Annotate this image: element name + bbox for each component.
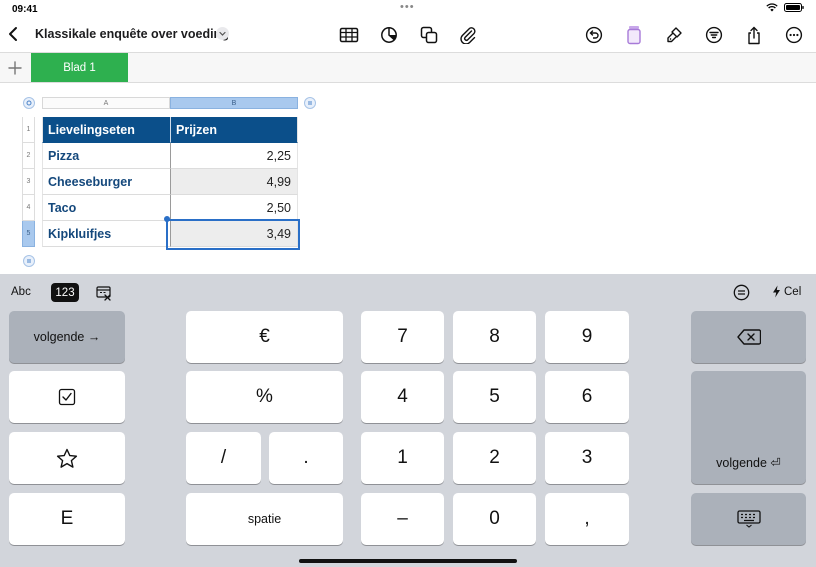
wifi-icon xyxy=(766,3,778,12)
euro-key[interactable]: € xyxy=(186,311,343,363)
digit-7-key[interactable]: 7 xyxy=(361,311,444,363)
table-row: Cheeseburger 4,99 xyxy=(42,169,298,195)
next-key[interactable]: volgende → xyxy=(9,311,125,363)
table-select-handle[interactable] xyxy=(23,97,35,109)
cell-b3[interactable]: 4,99 xyxy=(170,169,298,195)
digit-2-key[interactable]: 2 xyxy=(453,432,536,484)
digit-8-key[interactable]: 8 xyxy=(453,311,536,363)
battery-icon xyxy=(784,3,804,12)
digit-9-key[interactable]: 9 xyxy=(545,311,629,363)
row-number[interactable]: 3 xyxy=(22,169,35,195)
organize-icon[interactable] xyxy=(703,24,725,46)
return-key[interactable]: volgende ⏎ xyxy=(691,371,806,484)
delete-backward-icon xyxy=(736,329,761,345)
table-icon[interactable] xyxy=(338,24,360,46)
hide-keyboard-key[interactable] xyxy=(691,493,806,545)
add-row-handle[interactable] xyxy=(23,255,35,267)
column-header-b[interactable]: B xyxy=(170,97,298,109)
row-number[interactable]: 1 xyxy=(22,117,35,143)
chevron-down-icon[interactable] xyxy=(216,27,229,40)
numeric-keyboard: Abc 123 Cel volgende → E € % / . spatie … xyxy=(0,274,816,567)
cell-b4[interactable]: 2,50 xyxy=(170,195,298,221)
cell-a5[interactable]: Kipkluifjes xyxy=(42,221,170,247)
bolt-icon xyxy=(773,285,780,298)
column-header-a[interactable]: A xyxy=(42,97,170,109)
digit-6-key[interactable]: 6 xyxy=(545,371,629,423)
digit-0-key[interactable]: 0 xyxy=(453,493,536,545)
toolbar: Klassikale enquête over voeding xyxy=(0,18,816,52)
collaborate-icon[interactable] xyxy=(623,24,645,46)
star-icon xyxy=(56,448,78,468)
table-row: Pizza 2,25 xyxy=(42,143,298,169)
table-row: Taco 2,50 xyxy=(42,195,298,221)
star-rating-key[interactable] xyxy=(9,432,125,484)
paperclip-icon[interactable] xyxy=(457,24,479,46)
keyboard-dismiss-icon xyxy=(736,510,761,528)
tab-sheet-1[interactable]: Blad 1 xyxy=(31,53,128,82)
shapes-icon[interactable] xyxy=(418,24,440,46)
document-title[interactable]: Klassikale enquête over voeding xyxy=(35,27,229,41)
selection-handle[interactable] xyxy=(164,216,170,222)
back-icon[interactable] xyxy=(6,25,22,43)
digit-3-key[interactable]: 3 xyxy=(545,432,629,484)
add-sheet-icon[interactable] xyxy=(6,59,24,77)
slash-key[interactable]: / xyxy=(186,432,261,484)
sheet-tab-bar: Blad 1 xyxy=(0,52,816,83)
column-header-bar: A B xyxy=(42,97,298,109)
space-key[interactable]: spatie xyxy=(186,493,343,545)
date-time-icon[interactable] xyxy=(95,284,113,302)
more-icon[interactable] xyxy=(783,24,805,46)
status-time: 09:41 xyxy=(12,4,38,15)
cell-b2[interactable]: 2,25 xyxy=(170,143,298,169)
cell-a1[interactable]: Lievelingseten xyxy=(42,117,170,143)
cell-button[interactable]: Cel xyxy=(772,285,801,298)
undo-icon[interactable] xyxy=(583,24,605,46)
delete-key[interactable] xyxy=(691,311,806,363)
cell-button-label: Cel xyxy=(784,285,802,298)
comma-key[interactable]: , xyxy=(545,493,629,545)
mode-number-button[interactable]: 123 xyxy=(51,283,79,302)
share-icon[interactable] xyxy=(743,24,765,46)
e-key[interactable]: E xyxy=(9,493,125,545)
format-brush-icon[interactable] xyxy=(663,24,685,46)
digit-4-key[interactable]: 4 xyxy=(361,371,444,423)
cell-b1[interactable]: Prijzen xyxy=(170,117,298,143)
status-indicators xyxy=(766,3,804,12)
percent-key[interactable]: % xyxy=(186,371,343,423)
multitasking-dots[interactable]: ••• xyxy=(400,1,415,13)
home-indicator[interactable] xyxy=(299,559,517,563)
digit-5-key[interactable]: 5 xyxy=(453,371,536,423)
checkbox-icon xyxy=(58,388,76,406)
selected-cell-outline xyxy=(166,219,300,250)
row-number-selected[interactable]: 5 xyxy=(22,221,35,247)
checkbox-key[interactable] xyxy=(9,371,125,423)
add-column-handle[interactable] xyxy=(304,97,316,109)
cell-a2[interactable]: Pizza xyxy=(42,143,170,169)
chart-icon[interactable] xyxy=(378,24,400,46)
keyboard-mode-bar: Abc 123 Cel xyxy=(0,274,816,310)
minus-key[interactable]: – xyxy=(361,493,444,545)
row-number[interactable]: 4 xyxy=(22,195,35,221)
row-number[interactable]: 2 xyxy=(22,143,35,169)
formula-equals-icon[interactable] xyxy=(733,284,750,301)
dot-key[interactable]: . xyxy=(269,432,343,484)
cell-a4[interactable]: Taco xyxy=(42,195,170,221)
cell-a3[interactable]: Cheeseburger xyxy=(42,169,170,195)
mode-text-button[interactable]: Abc xyxy=(11,286,31,298)
table-row: Lievelingseten Prijzen xyxy=(42,117,298,143)
digit-1-key[interactable]: 1 xyxy=(361,432,444,484)
